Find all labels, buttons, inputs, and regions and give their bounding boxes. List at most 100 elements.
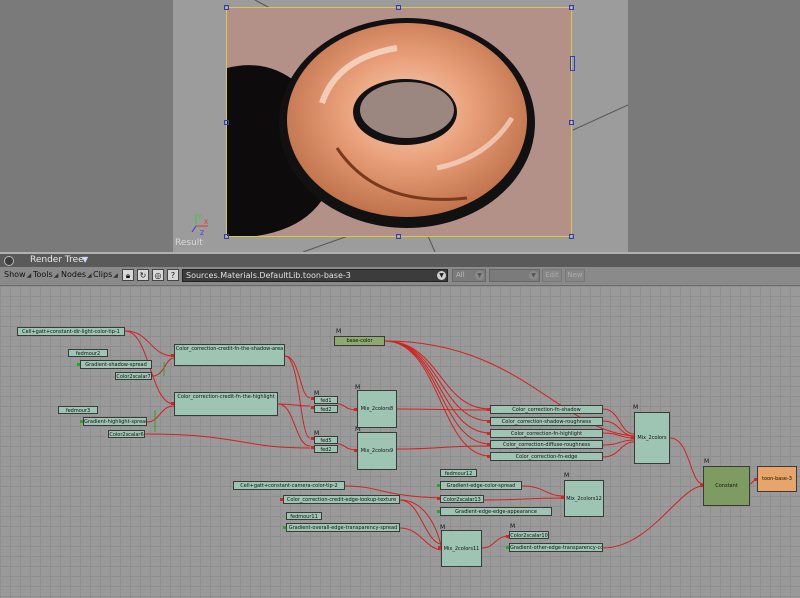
frame-handle[interactable] [569,5,574,10]
graph-node[interactable]: Color2scalar13 [440,495,484,503]
input-port[interactable] [311,397,314,400]
menu-tools[interactable]: Tools◢ [33,270,58,279]
frame-handle[interactable] [396,5,401,10]
graph-node[interactable]: fed5 [314,436,338,444]
input-port[interactable] [437,484,440,487]
graph-node[interactable]: Mix_2colors12 [564,480,604,517]
render-region[interactable] [226,7,572,237]
chevron-down-icon[interactable]: ▼ [82,255,88,264]
node-path-field[interactable]: Sources.Materials.DefaultLib.toon-base-3… [182,269,448,282]
close-icon[interactable] [4,256,14,266]
input-port[interactable] [171,354,174,357]
input-port[interactable] [487,408,490,411]
node-marker: M [564,472,570,479]
refresh-icon[interactable]: ↻ [137,269,149,281]
graph-node[interactable]: Color_correction-fn-shadow [490,405,603,414]
frame-handle[interactable] [569,234,574,239]
input-port[interactable] [437,510,440,513]
graph-node[interactable]: Cell+gatt+constant-camera-color-tip-2 [233,481,345,490]
graph-node[interactable]: fed2 [314,405,338,413]
graph-node[interactable]: Color_correction-fn-edge [490,452,603,461]
input-port[interactable] [311,406,314,409]
graph-node[interactable]: Constant [703,466,750,506]
frame-handle[interactable] [224,120,229,125]
menu-nodes[interactable]: Nodes◢ [61,270,92,279]
input-port[interactable] [283,526,286,529]
secondary-select[interactable]: ▼ [489,269,540,282]
node-path-value: Sources.Materials.DefaultLib.toon-base-3 [186,271,351,280]
clear-icon[interactable]: ◎ [152,269,164,281]
graph-node[interactable]: Color_correction-fn-highlight [490,429,603,438]
frame-handle[interactable] [224,234,229,239]
graph-node[interactable]: Cell+gatt+constant-dir-light-color-tip-1 [17,327,125,336]
graph-node[interactable]: Mix_2colors8 [357,390,397,428]
graph-node[interactable]: Color_correction-credit-fn-the-shadow-ar… [174,344,285,366]
viewport-right-margin [628,0,800,252]
axis-z-label: Z [200,230,204,236]
graph-node[interactable]: fed2 [314,445,338,453]
input-port[interactable] [311,446,314,449]
frame-handle[interactable] [224,5,229,10]
input-port[interactable] [506,546,509,549]
input-port[interactable] [506,535,509,538]
frame-side-handle[interactable] [570,56,575,71]
menu-clips[interactable]: Clips◢ [93,270,118,279]
graph-node[interactable]: Gradient-shadow-spread [80,360,152,369]
graph-node[interactable]: Color_correction-shadow-roughness [490,417,603,426]
edit-button[interactable]: Edit [542,269,562,282]
render-viewport[interactable]: Y X Z Result [0,0,800,252]
graph-node[interactable]: toon-base-3 [757,466,797,492]
input-port[interactable] [280,498,283,501]
input-port[interactable] [631,436,634,439]
graph-node[interactable]: Mix_2colors9 [357,432,397,470]
graph-node[interactable]: Color_correction-diffuse-roughness [490,440,603,449]
filter-select[interactable]: All ▼ [452,269,486,282]
input-port[interactable] [80,420,83,423]
lock-icon[interactable]: 🔒︎ [122,269,134,281]
torus-render [227,8,571,236]
frame-handle[interactable] [569,120,574,125]
input-port[interactable] [487,420,490,423]
new-button[interactable]: New [565,269,585,282]
input-port[interactable] [77,363,80,366]
graph-node[interactable]: fedmour3 [58,406,98,414]
graph-node[interactable]: Color_correction-credit-edge-lookup-text… [283,495,400,504]
input-port[interactable] [700,484,703,487]
axis-x-label: X [204,219,208,226]
input-port[interactable] [754,478,757,481]
graph-node[interactable]: Color_correction-credit-fn-the-highlight [174,392,278,416]
graph-node[interactable]: Mix_2colors11 [441,530,482,567]
render-tree-graph[interactable]: M M M M M M M M M M Cell+gatt+constant-d… [0,286,800,598]
viewport-left-margin [0,0,173,252]
input-port[interactable] [354,408,357,411]
help-icon[interactable]: ? [167,269,179,281]
input-port[interactable] [171,402,174,405]
graph-node[interactable]: Gradient-highlight-spread [83,417,147,426]
dropdown-arrow-icon[interactable]: ▼ [437,271,446,280]
graph-node[interactable]: Gradient-edge-color-spread [440,481,522,490]
input-port[interactable] [354,449,357,452]
graph-node[interactable]: base-color [334,336,385,346]
graph-node[interactable]: Gradient-overall-edge-transparency-sprea… [286,523,400,532]
input-port[interactable] [311,437,314,440]
graph-node[interactable]: fedmour2 [68,349,108,357]
input-port[interactable] [437,497,440,500]
filter-select-value: All [456,271,465,279]
input-port[interactable] [561,496,564,499]
menu-show[interactable]: Show◢ [4,270,31,279]
graph-node[interactable]: Gradient-edge-edge-appearance [440,507,552,516]
graph-node[interactable]: fedmour11 [286,512,322,520]
graph-node[interactable]: Gradient-other-edge-transparency-control [509,543,603,552]
frame-handle[interactable] [396,234,401,239]
graph-node[interactable]: Color2scalar10 [509,531,549,539]
input-port[interactable] [487,443,490,446]
graph-node[interactable]: fedmour12 [440,469,477,477]
input-port[interactable] [487,455,490,458]
render-tree-title: Render Tree [30,255,84,265]
graph-node[interactable]: Color2scalar7 [115,372,152,380]
input-port[interactable] [438,546,441,549]
graph-node[interactable]: Color2scalar6 [108,430,145,438]
graph-node[interactable]: Mix_2colors [634,412,670,464]
input-port[interactable] [487,432,490,435]
graph-node[interactable]: fed1 [314,396,338,404]
